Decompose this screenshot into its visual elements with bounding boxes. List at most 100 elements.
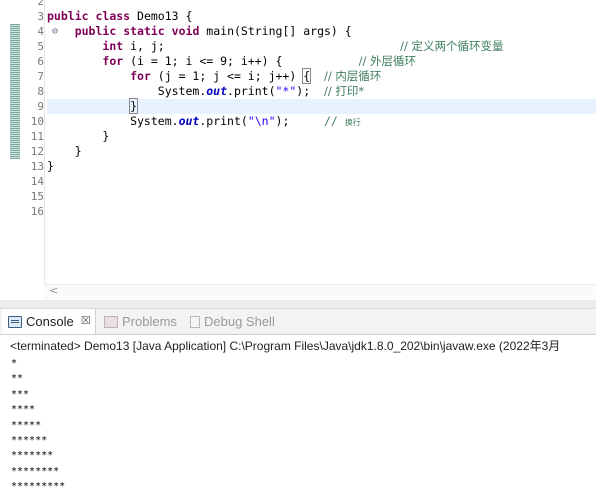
code-line[interactable]: for (i = 1; i <= 9; i++) { // 外层循环 (47, 54, 596, 69)
debug-shell-icon (190, 315, 200, 328)
line-number: 12 (30, 145, 44, 158)
tab-label: Console (26, 314, 74, 329)
code-line[interactable]: } (47, 159, 596, 174)
code-text[interactable]: public class Demo13 { public static void… (47, 0, 596, 219)
code-token: public (47, 9, 89, 23)
code-line[interactable]: } (47, 144, 596, 159)
code-token: int (102, 39, 124, 53)
code-line[interactable]: public class Demo13 { (47, 9, 596, 24)
console-line: *** (11, 388, 30, 400)
line-number: 11 (30, 130, 44, 143)
horizontal-scrollbar[interactable]: < (44, 284, 596, 299)
code-token: class (95, 9, 131, 23)
code-token: System. (47, 114, 179, 128)
code-token: static (123, 24, 165, 38)
code-token: ); (275, 114, 324, 128)
code-line[interactable]: } (47, 98, 596, 114)
console-view[interactable]: <terminated> Demo13 [Java Application] C… (0, 335, 596, 497)
code-token: (j = 1; j <= i; j++) (150, 69, 304, 83)
scroll-left-icon[interactable]: < (49, 284, 58, 297)
line-number: 15 (30, 190, 44, 203)
code-token: for (130, 69, 151, 83)
editor-gutter (0, 0, 10, 284)
line-number-ruler: 2 3 4 ⊖ 5 6 7 8 9 10 11 12 13 14 15 16 (20, 0, 58, 219)
tab-debug-shell[interactable]: Debug Shell (184, 309, 279, 334)
code-token: } (47, 129, 110, 143)
code-token: Demo13 { (130, 9, 193, 23)
line-number: 13 (30, 160, 44, 173)
line-number: 10 (30, 115, 44, 128)
code-line[interactable]: for (j = 1; j <= i; j++) { // 内层循环 (47, 68, 596, 84)
code-token: .print( (199, 114, 248, 128)
code-token: "\n" (247, 114, 276, 128)
code-token: main(String[] args) { (199, 24, 352, 38)
tab-problems[interactable]: Problems (98, 309, 181, 334)
console-output: * ** *** **** ***** ****** ******* ******** ****… (11, 356, 65, 495)
console-line: ** (11, 373, 24, 385)
change-marker (10, 24, 20, 159)
code-token: out (206, 84, 228, 98)
line-number: 3 (37, 10, 44, 23)
line-number: 9 (37, 100, 44, 113)
code-line[interactable] (47, 189, 596, 204)
code-token: void (171, 24, 200, 38)
line-number: 2 (37, 0, 44, 8)
code-token: 换行 (344, 118, 361, 127)
code-token: .print( (227, 84, 276, 98)
code-line[interactable]: public static void main(String[] args) { (47, 24, 596, 39)
console-status: <terminated> Demo13 [Java Application] C… (10, 339, 561, 353)
code-token: // 定义两个循环变量 (400, 39, 504, 53)
line-number: 8 (37, 85, 44, 98)
console-line: **** (11, 404, 36, 416)
console-tab-bar: Console ☒ Problems Debug Shell (0, 309, 596, 335)
view-separator[interactable] (0, 300, 596, 309)
console-line: ********* (11, 481, 66, 493)
code-editor[interactable]: 2 3 4 ⊖ 5 6 7 8 9 10 11 12 13 14 15 16 public class Dem… (0, 0, 596, 300)
code-token: } (129, 98, 139, 114)
line-number: 6 (37, 55, 44, 68)
console-line: ****** (11, 435, 48, 447)
code-token: System. (47, 84, 207, 98)
code-token: out (178, 114, 200, 128)
console-line: ******* (11, 450, 54, 462)
tab-label: Problems (122, 314, 177, 329)
line-number: 5 (37, 40, 44, 53)
line-number: 16 (30, 205, 44, 218)
code-line[interactable]: System.out.print("\n"); // 换行 (47, 114, 596, 129)
code-line[interactable] (47, 204, 596, 219)
code-token: ); (296, 84, 324, 98)
code-token: i, j; (123, 39, 401, 53)
console-icon (8, 315, 22, 328)
code-token: for (102, 54, 124, 68)
code-token: // (323, 114, 345, 128)
line-number: 14 (30, 175, 44, 188)
line-number: 4 ⊖ (37, 25, 58, 38)
code-token: // 内层循环 (324, 69, 382, 83)
code-line[interactable] (47, 0, 596, 9)
console-line: * (11, 358, 18, 369)
close-icon[interactable]: ☒ (81, 309, 91, 334)
code-token: // 打印* (323, 84, 365, 98)
tab-label: Debug Shell (204, 314, 275, 329)
code-token: (i = 1; i <= 9; i++) { (123, 54, 359, 68)
tab-console[interactable]: Console ☒ (2, 309, 96, 334)
code-line[interactable]: System.out.print("*"); // 打印* (47, 84, 596, 99)
code-line[interactable] (47, 174, 596, 189)
code-line[interactable]: int i, j; // 定义两个循环变量 (47, 39, 596, 54)
code-token: } (47, 159, 54, 173)
code-token: } (47, 144, 82, 158)
gutter-divider (44, 0, 45, 284)
line-number: 7 (37, 70, 44, 83)
console-line: ***** (11, 419, 42, 431)
code-line[interactable]: } (47, 129, 596, 144)
code-token: public (74, 24, 117, 38)
problems-icon (104, 315, 118, 328)
code-token: // 外层循环 (358, 54, 416, 68)
